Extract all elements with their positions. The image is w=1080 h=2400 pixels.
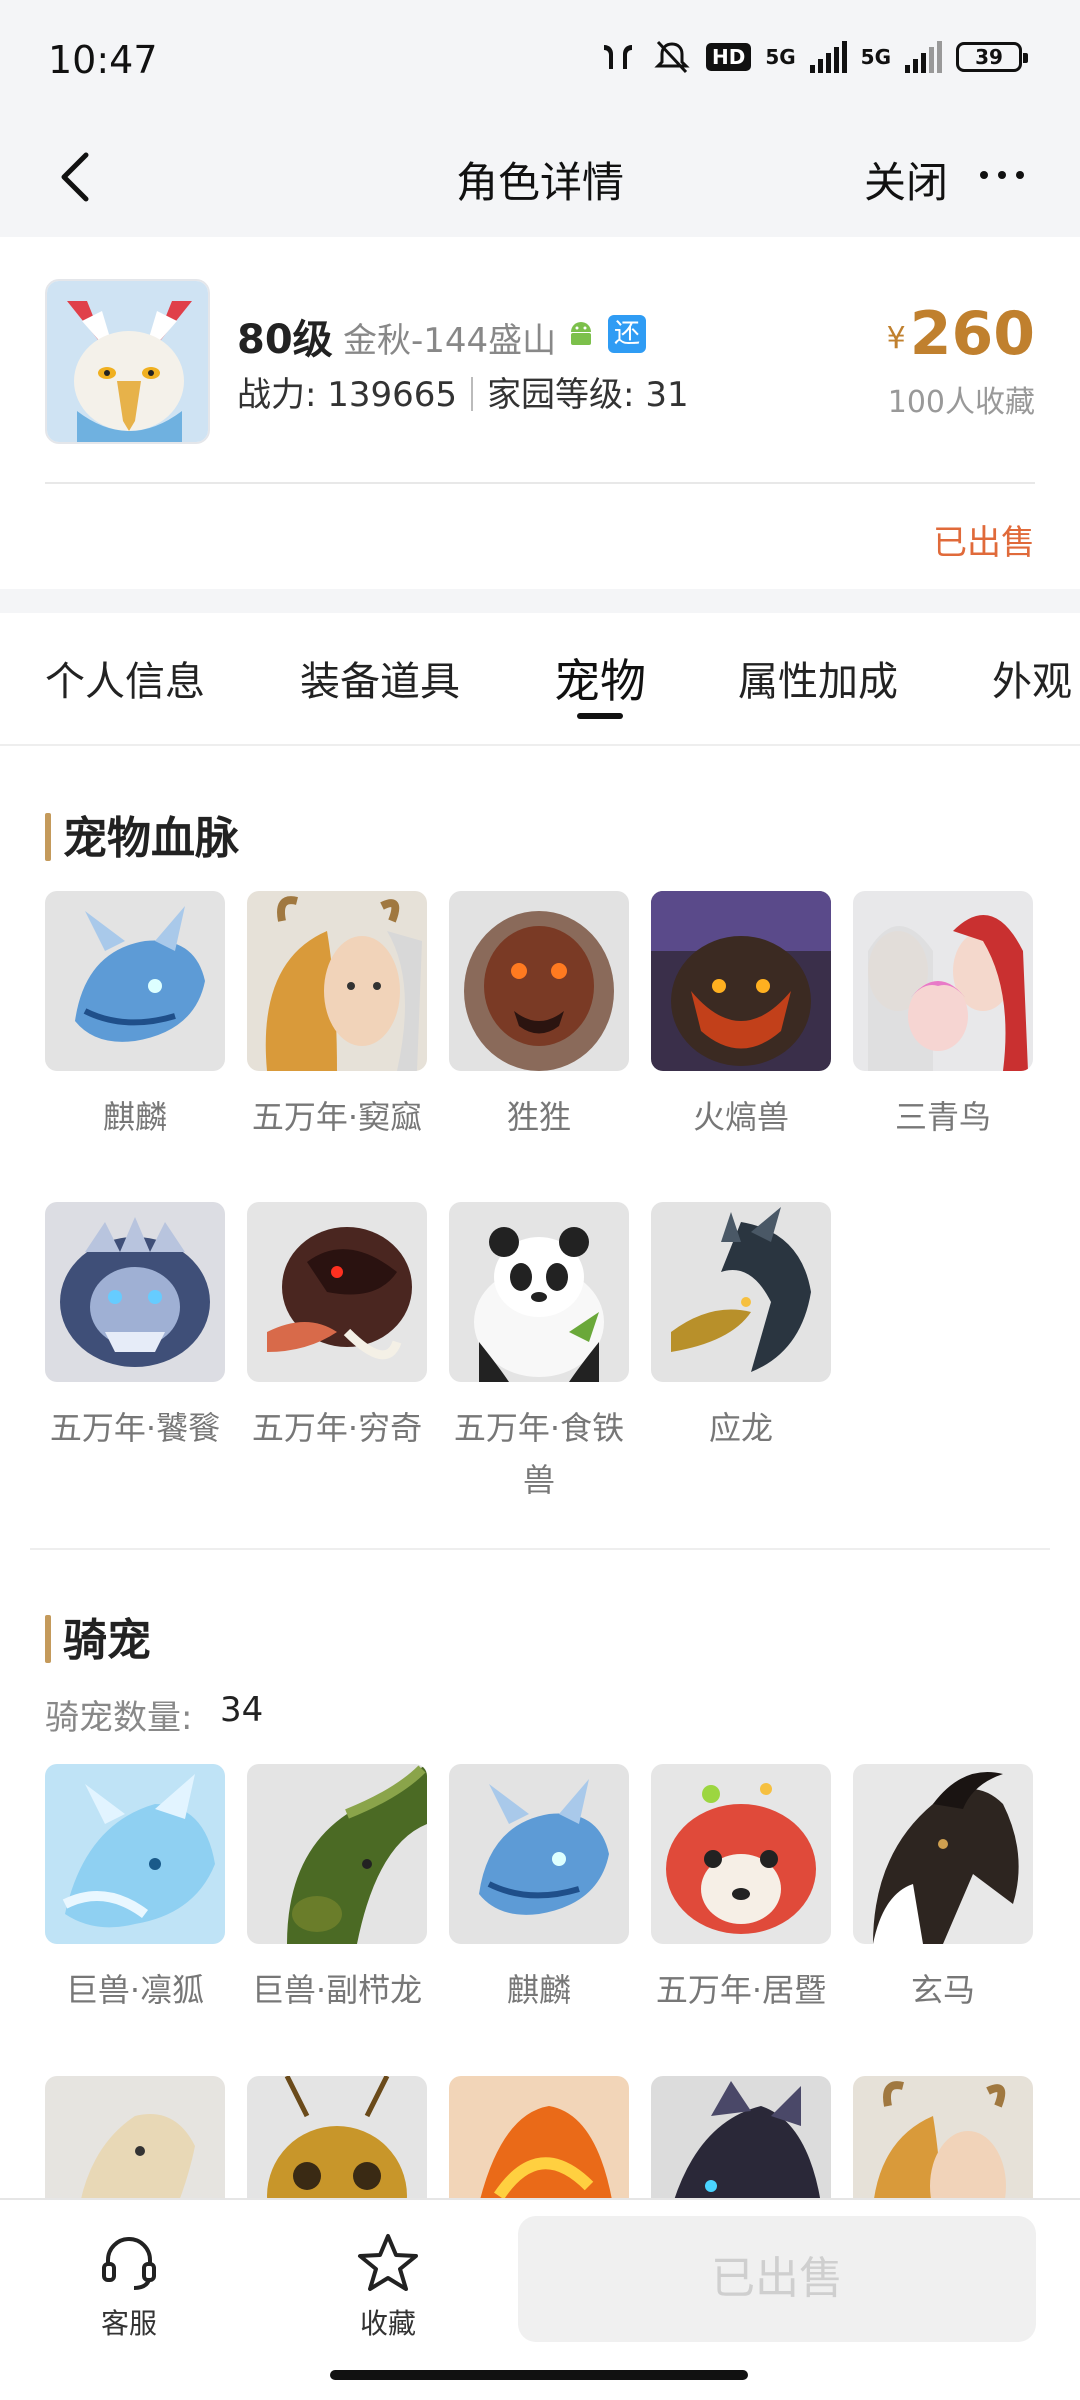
net-label-1: 5G	[765, 45, 796, 69]
role-summary-card: 80级 金秋-144盛山 还 战力: 139665 家园等级: 31 ¥260 1…	[0, 237, 1080, 589]
pet-card[interactable]: 狌狌	[449, 891, 629, 1143]
role-power: 战力: 139665	[237, 375, 458, 415]
divider	[45, 482, 1035, 484]
headset-icon	[102, 2237, 156, 2290]
role-level: 80级	[237, 317, 333, 363]
android-icon	[571, 322, 591, 345]
pet-card[interactable]: 三青鸟	[853, 891, 1033, 1143]
mount-card[interactable]: 巨兽·副栉龙	[247, 1764, 427, 2016]
star-icon	[358, 2234, 418, 2291]
pet-card[interactable]: 麒麟	[45, 891, 225, 1143]
currency-symbol: ¥	[886, 321, 906, 356]
platform-tag: 还	[608, 315, 646, 353]
tab-attributes[interactable]: 属性加成	[738, 649, 898, 707]
sale-status: 已出售	[933, 523, 1035, 563]
active-tab-indicator	[577, 713, 623, 719]
status-time: 10:47	[48, 38, 158, 82]
mount-card[interactable]: 玄马	[853, 1764, 1033, 2016]
sold-out-button[interactable]: 已出售	[518, 2216, 1036, 2342]
price: ¥260	[887, 299, 1035, 369]
mount-count-label: 骑宠数量:	[45, 1698, 193, 1738]
pet-card[interactable]: 火熇兽	[651, 891, 831, 1143]
home-level: 家园等级: 31	[487, 375, 689, 415]
nav-bar: 角色详情 关闭	[0, 125, 1080, 237]
pet-name: 狌狌	[506, 1098, 571, 1136]
bloodline-title-text: 宠物血脉	[63, 813, 239, 864]
pet-name: 五万年·饕餮	[49, 1409, 221, 1447]
mount-name: 麒麟	[506, 1971, 571, 2009]
section-accent-bar	[45, 813, 51, 861]
section-divider	[30, 1548, 1050, 1550]
pet-image	[449, 891, 629, 1071]
net-label-2: 5G	[860, 45, 891, 69]
pet-card[interactable]: 五万年·穷奇	[247, 1202, 427, 1454]
favorite-label: 收藏	[359, 2307, 416, 2340]
signal-icon-1	[809, 41, 847, 73]
mount-card[interactable]: 巨兽·凛狐	[45, 1764, 225, 2016]
tab-bar: 个人信息 装备道具 宠物 属性加成 外观	[0, 613, 1080, 746]
home-indicator[interactable]	[330, 2370, 748, 2380]
mounts-section-title: 骑宠	[45, 1604, 151, 1668]
tab-appearance[interactable]: 外观	[992, 649, 1072, 707]
mount-card[interactable]: 麒麟	[449, 1764, 629, 2016]
mount-image	[853, 1764, 1033, 1944]
role-avatar	[45, 279, 210, 444]
signal-icon-2	[905, 41, 942, 73]
stats-separator	[471, 377, 474, 411]
pet-name: 五万年·食铁兽	[453, 1409, 625, 1499]
mount-name: 巨兽·凛狐	[65, 1971, 205, 2009]
mounts-title-text: 骑宠	[63, 1615, 151, 1666]
mount-count-value: 34	[220, 1690, 264, 1730]
pet-image	[247, 1202, 427, 1382]
mount-name: 玄马	[910, 1971, 975, 2009]
customer-service-label: 客服	[100, 2307, 157, 2340]
pet-name: 火熇兽	[692, 1098, 789, 1136]
mount-name: 巨兽·副栉龙	[251, 1971, 423, 2009]
hd-icon: HD	[705, 43, 752, 71]
pet-image	[247, 891, 427, 1071]
price-value: 260	[909, 299, 1035, 369]
pet-card[interactable]: 五万年·食铁兽	[449, 1202, 629, 1506]
pet-card[interactable]: 五万年·饕餮	[45, 1202, 225, 1454]
pet-image	[45, 1202, 225, 1382]
pet-image	[853, 891, 1033, 1071]
pet-name: 麒麟	[102, 1098, 167, 1136]
status-bar: 10:47 HD 5G 5G 39	[0, 0, 1080, 125]
favorite-button[interactable]: 收藏	[328, 2230, 448, 2342]
pet-image	[449, 1202, 629, 1382]
mount-card[interactable]: 五万年·居暨	[651, 1764, 831, 2016]
mute-icon	[654, 40, 690, 74]
mount-image	[247, 1764, 427, 1944]
close-button[interactable]: 关闭	[864, 149, 948, 210]
section-accent-bar	[45, 1615, 51, 1663]
mount-image	[651, 1764, 831, 1944]
pet-name: 五万年·穷奇	[251, 1409, 423, 1447]
pet-card[interactable]: 五万年·窫窳	[247, 891, 427, 1143]
battery-icon: 39	[956, 42, 1028, 72]
pet-name: 三青鸟	[894, 1098, 991, 1136]
earbuds-icon	[603, 45, 632, 69]
pet-image	[651, 891, 831, 1071]
bloodline-section-title: 宠物血脉	[45, 802, 239, 866]
mount-image	[449, 1764, 629, 1944]
customer-service-button[interactable]: 客服	[69, 2230, 189, 2342]
eagle-avatar-icon	[47, 281, 208, 442]
mount-name: 五万年·居暨	[655, 1971, 827, 2009]
favorite-count: 100人收藏	[887, 385, 1035, 420]
role-server: 金秋-144盛山	[343, 321, 557, 361]
more-icon[interactable]	[972, 145, 1032, 205]
section-gap	[0, 589, 1080, 613]
mount-image	[45, 1764, 225, 1944]
tab-personal-info[interactable]: 个人信息	[45, 649, 205, 707]
role-stats: 战力: 139665 家园等级: 31	[237, 367, 689, 416]
pet-name: 应龙	[708, 1409, 773, 1447]
status-icons: HD 5G 5G 39	[598, 40, 1028, 74]
pet-name: 五万年·窫窳	[251, 1098, 423, 1136]
pet-image	[651, 1202, 831, 1382]
pet-card[interactable]: 应龙	[651, 1202, 831, 1454]
tab-equipment[interactable]: 装备道具	[300, 649, 460, 707]
pet-image	[45, 891, 225, 1071]
tab-pets[interactable]: 宠物	[554, 645, 646, 711]
